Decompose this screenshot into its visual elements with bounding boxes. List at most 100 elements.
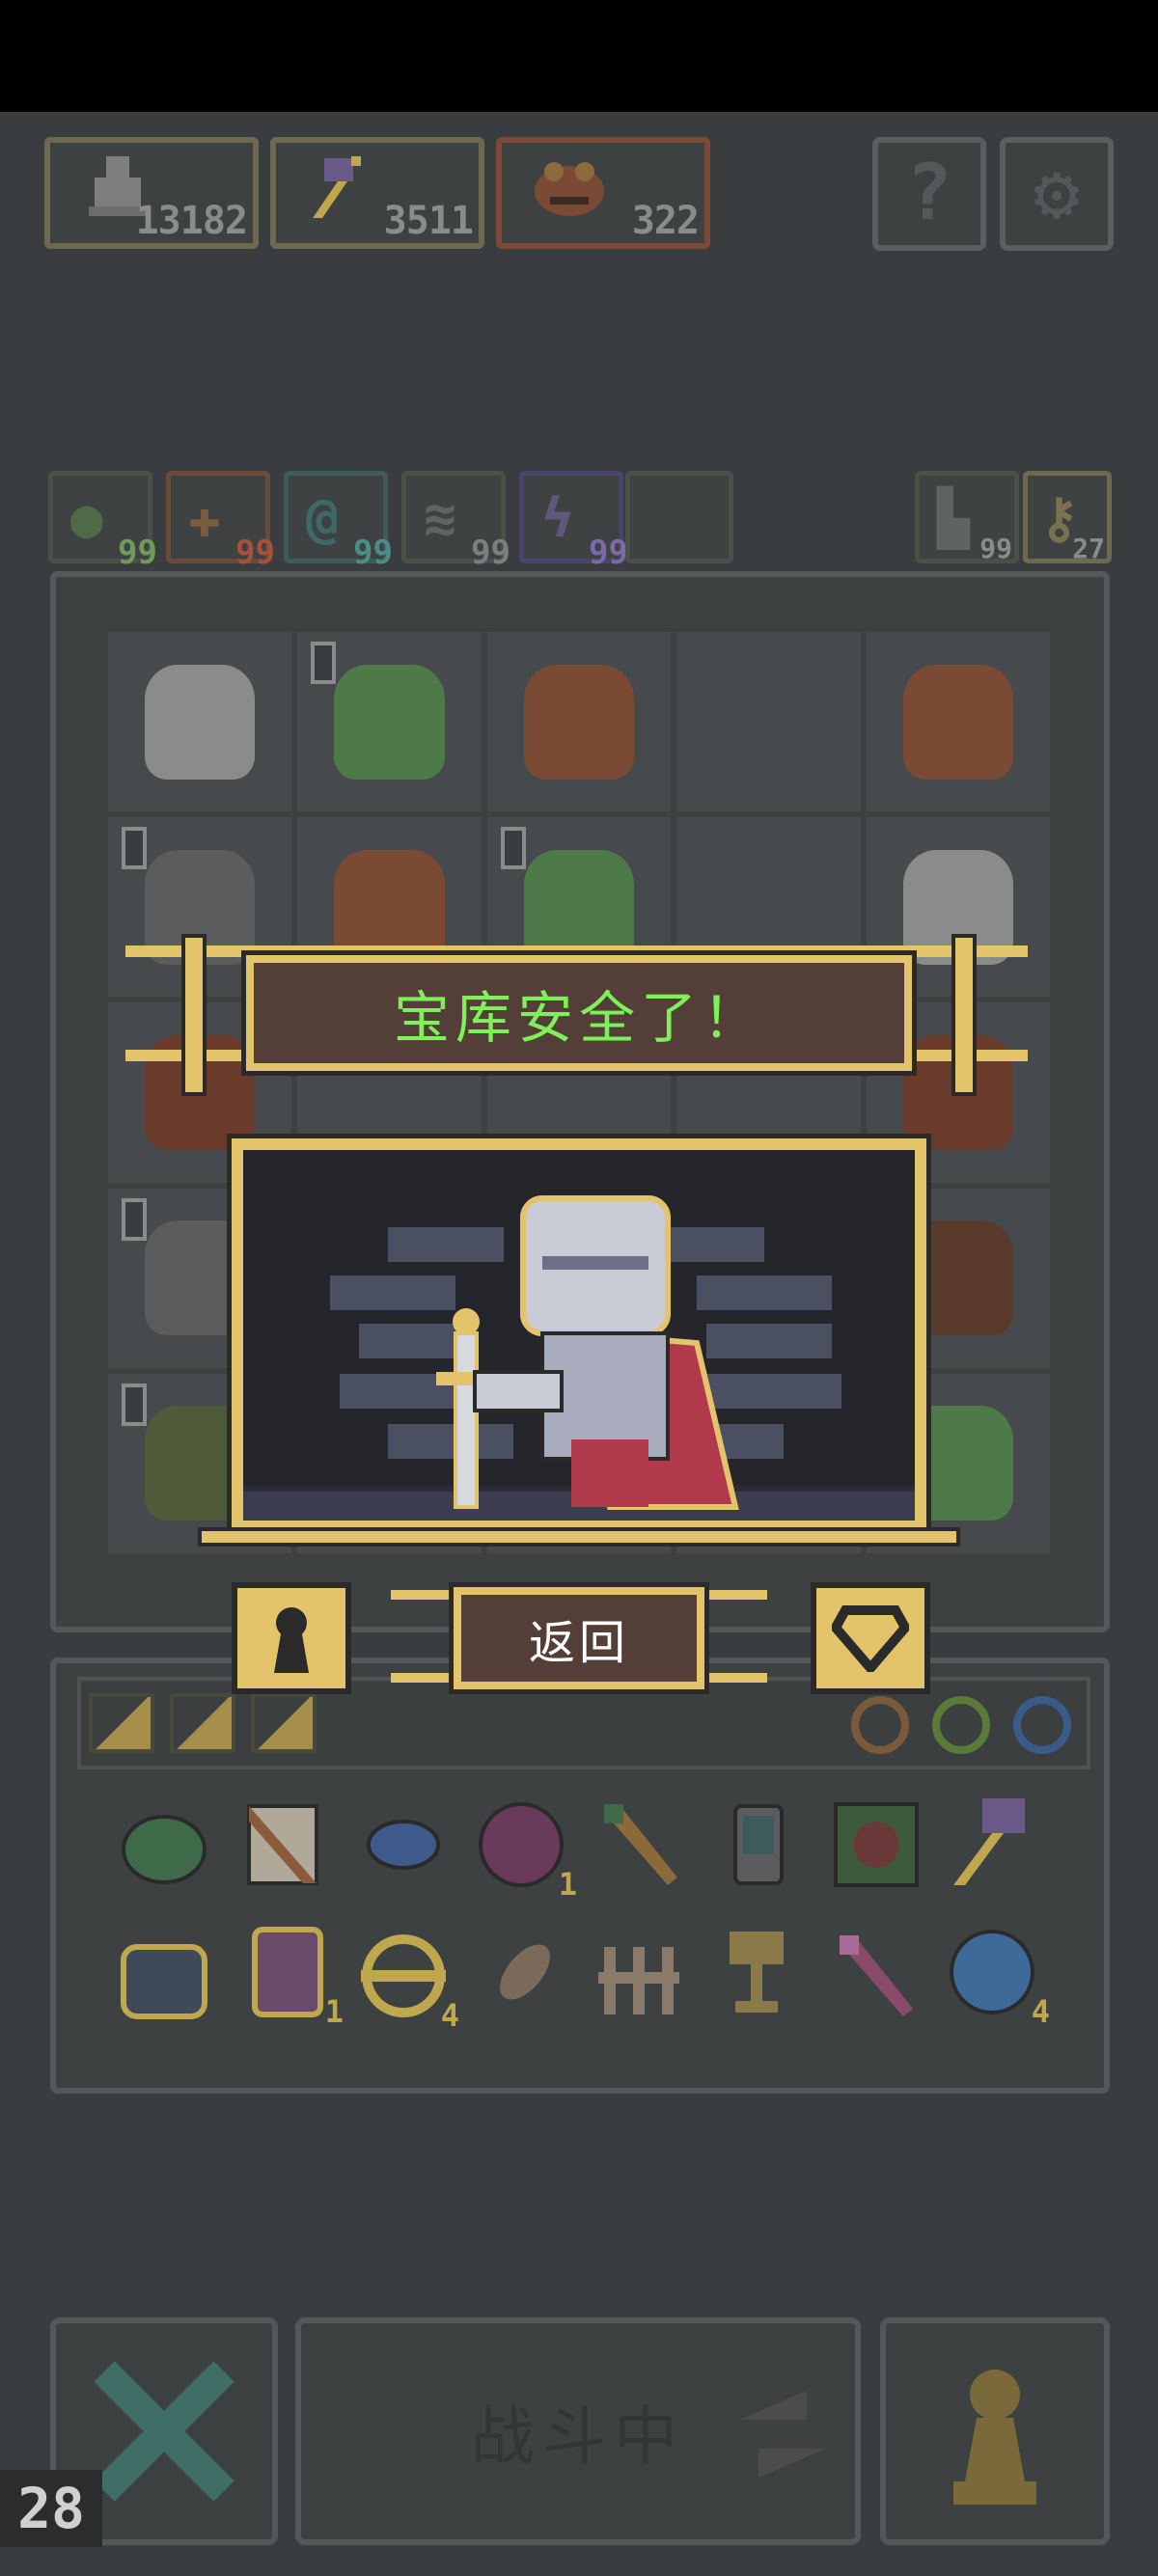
level-badge — [122, 1197, 147, 1241]
toad-count: 322 — [631, 199, 700, 243]
soldier-count: 13182 — [135, 199, 248, 243]
inventory-item[interactable] — [116, 1796, 212, 1893]
staff-count: 3511 — [383, 199, 474, 243]
settings-button[interactable]: ⚙ — [1000, 137, 1114, 251]
water-value: 99 — [353, 534, 393, 572]
soldier-counter: 13182 — [44, 137, 259, 249]
item-quantity: 1 — [324, 1993, 344, 2030]
frame-counter: 28 — [0, 2470, 102, 2547]
inventory-item[interactable] — [591, 1796, 687, 1893]
key-counter: ⚷ 27 — [1023, 471, 1112, 564]
item-quantity: 4 — [1031, 1993, 1050, 2030]
fire-icon: ✚ — [188, 487, 221, 550]
fire-element: ✚ 99 — [166, 471, 275, 572]
item-quantity: 4 — [440, 1997, 459, 2034]
fence-icon — [598, 1947, 679, 2014]
board-cell[interactable] — [866, 632, 1050, 812]
back-button[interactable]: 返回 — [454, 1587, 704, 1689]
board-cell[interactable] — [486, 632, 672, 812]
inventory-item[interactable]: 4 — [355, 1928, 459, 2034]
nature-value: 99 — [118, 534, 157, 572]
spellbook-icon — [834, 1802, 919, 1887]
gem-button[interactable] — [811, 1582, 930, 1694]
triangle-slot — [170, 1693, 235, 1753]
back-label: 返回 — [528, 1616, 629, 1670]
inventory-item[interactable] — [473, 1928, 569, 2024]
level-badge — [500, 827, 526, 870]
fight-label: 战斗中 — [471, 2399, 685, 2474]
inventory-item[interactable] — [708, 1924, 805, 2020]
green-ring-icon — [932, 1696, 990, 1754]
inventory-item[interactable]: 1 — [239, 1924, 344, 2030]
vault-picture-frame — [232, 1138, 926, 1532]
pawn-button[interactable] — [880, 2317, 1110, 2545]
wind-element: ≋ 99 — [401, 471, 510, 572]
level-badge — [122, 1383, 147, 1426]
lightning-element: ϟ 99 — [519, 471, 628, 572]
empty-element-slot — [625, 471, 733, 563]
help-button[interactable]: ? — [872, 137, 986, 251]
magic-staff-icon — [953, 1798, 1025, 1885]
board-cell[interactable] — [297, 632, 482, 812]
inventory-item[interactable]: 1 — [473, 1796, 577, 1903]
lightning-value: 99 — [589, 534, 628, 572]
inventory-item[interactable] — [710, 1796, 807, 1893]
dialog-title: 宝库安全了！ — [393, 985, 764, 1051]
gear-icon: ⚙ — [1033, 148, 1081, 237]
level-badge — [122, 827, 147, 870]
inventory-item[interactable] — [355, 1806, 452, 1903]
demon-mask-icon — [479, 1802, 564, 1887]
boots-counter: ▙ 99 — [915, 471, 1019, 564]
nature-icon: ● — [70, 487, 103, 550]
phone-device-icon — [733, 1804, 784, 1885]
lightning-icon: ϟ — [541, 487, 574, 550]
fire-value: 99 — [235, 534, 275, 572]
crown-chest-icon — [121, 1944, 207, 2019]
trophy-icon — [730, 1932, 784, 2013]
keyhole-icon — [274, 1607, 309, 1673]
feather-icon — [500, 1944, 550, 2000]
inventory-item[interactable] — [828, 1796, 924, 1893]
plaque-post-left — [181, 934, 207, 1096]
scroll-map-icon — [247, 1804, 318, 1885]
triangle-slot — [251, 1693, 317, 1753]
toad-enemy — [902, 664, 1013, 780]
inventory-item[interactable] — [826, 1928, 923, 2024]
item-quantity: 1 — [558, 1866, 577, 1903]
boots-icon: ▙ — [937, 487, 970, 550]
swap-icon — [739, 2391, 826, 2478]
compass-ring-icon — [361, 1934, 446, 2017]
dialog-title-plaque: 宝库安全了！ — [246, 955, 912, 1071]
potion-bowl-icon — [367, 1820, 440, 1870]
inventory-item[interactable] — [944, 1793, 1040, 1889]
toad-enemy — [523, 664, 635, 780]
bronze-ring-icon — [851, 1696, 909, 1754]
inventory-item[interactable]: 4 — [946, 1924, 1050, 2030]
skeleton-enemy — [145, 664, 256, 780]
water-icon: @ — [306, 487, 339, 550]
keyhole-button[interactable] — [232, 1582, 351, 1694]
wind-icon: ≋ — [424, 487, 456, 550]
inventory-item[interactable] — [116, 1928, 212, 2024]
wind-value: 99 — [471, 534, 510, 572]
inventory-item[interactable] — [591, 1928, 687, 2024]
fight-button[interactable]: 战斗中 — [295, 2317, 861, 2545]
magic-arrow-icon — [840, 1935, 913, 2016]
toad-icon — [535, 162, 604, 216]
plaque-post-right — [951, 934, 977, 1096]
blue-ring-icon — [1013, 1696, 1071, 1754]
potion-jar-icon — [252, 1927, 323, 2017]
nature-element: ● 99 — [48, 471, 157, 572]
knight-character — [436, 1195, 739, 1510]
level-badge — [311, 642, 337, 684]
inventory-item[interactable] — [235, 1796, 332, 1893]
board-cell[interactable] — [108, 632, 292, 812]
orb-icon — [950, 1930, 1034, 2014]
staff-counter: 3511 — [270, 137, 484, 249]
frog-enemy — [334, 664, 445, 780]
boots-count: 99 — [979, 533, 1012, 564]
turtle-shell-icon — [122, 1815, 207, 1884]
board-cell[interactable] — [676, 632, 861, 812]
question-icon: ? — [905, 148, 953, 237]
toad-counter: 322 — [496, 137, 710, 249]
